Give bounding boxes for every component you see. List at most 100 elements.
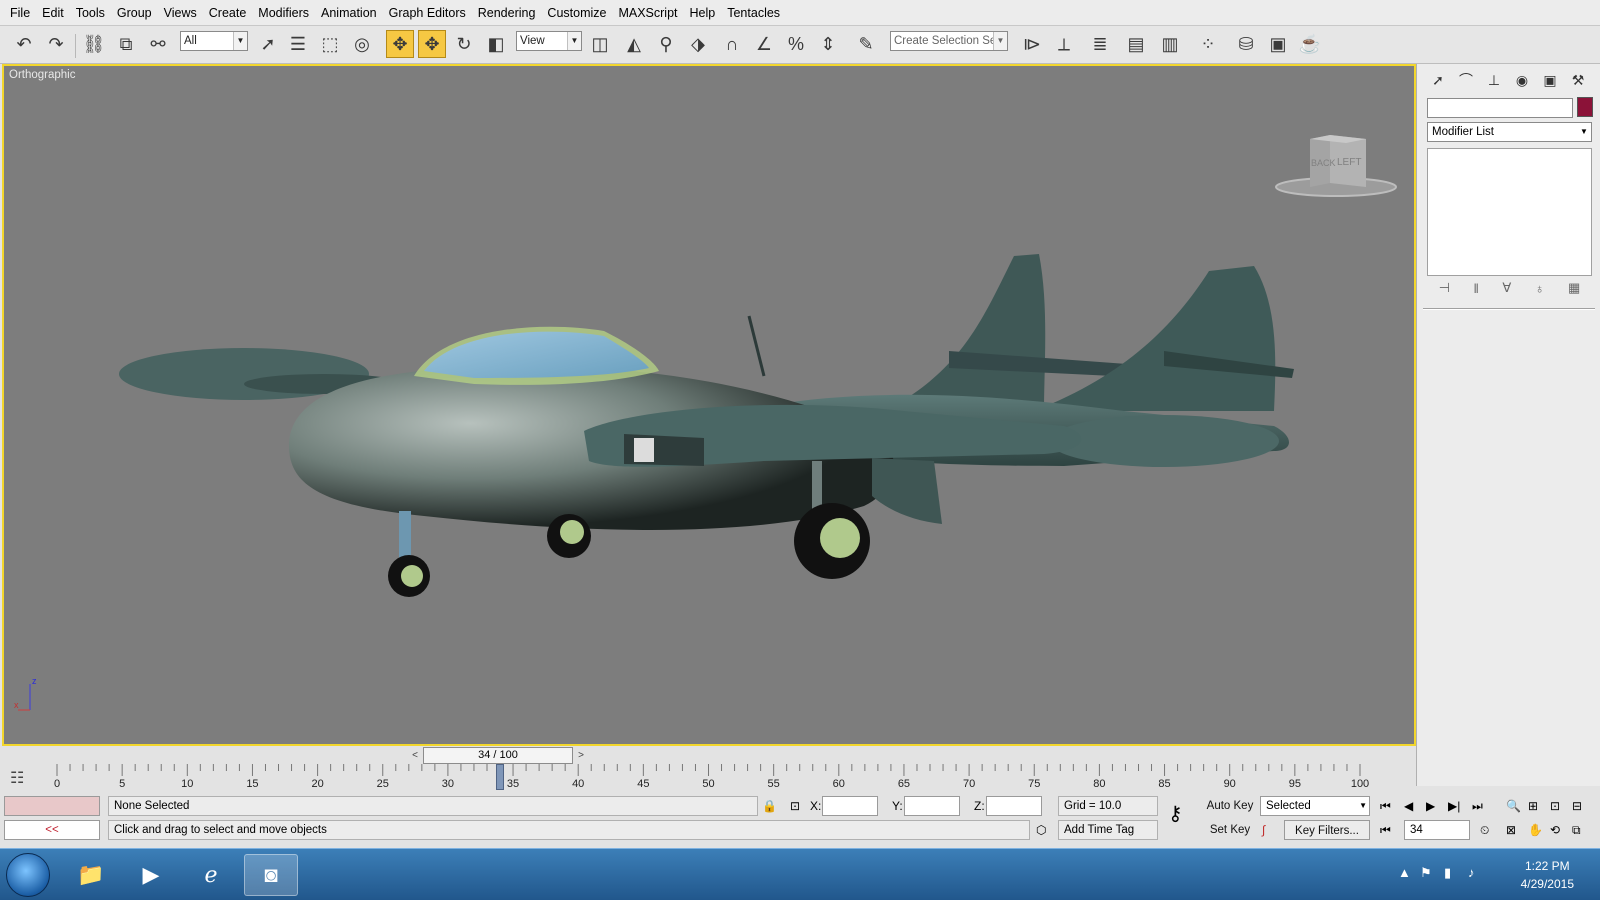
selection-filter-dropdown[interactable]: All ▼ <box>180 31 248 51</box>
set-key-button[interactable]: Set Key <box>1204 820 1256 840</box>
graphite-ribbon-icon[interactable]: ▤ <box>1122 30 1150 58</box>
tray-flag-icon[interactable]: ⚑ <box>1420 865 1432 881</box>
select-object-icon[interactable]: ➚ <box>254 30 282 58</box>
menu-animation[interactable]: Animation <box>315 0 383 26</box>
menu-create[interactable]: Create <box>203 0 253 26</box>
previous-key-icon[interactable]: ◀ <box>1404 796 1413 816</box>
snap-3d-icon[interactable]: ∩ <box>718 30 746 58</box>
hierarchy-tab-icon[interactable]: ⊥ <box>1483 69 1505 91</box>
internet-explorer-icon[interactable]: ℯ <box>184 854 238 896</box>
angle-snap-icon[interactable]: ∠ <box>750 30 778 58</box>
3ds-max-taskbar-icon[interactable]: ◙ <box>244 854 298 896</box>
render-production-icon[interactable]: ☕ <box>1296 30 1324 58</box>
add-time-tag-icon[interactable]: ⬡ <box>1036 820 1046 840</box>
layer-manager-icon[interactable]: ≣ <box>1086 30 1114 58</box>
viewcube-left-label[interactable]: LEFT <box>1337 157 1361 168</box>
rendered-frame-window-icon[interactable]: ▣ <box>1264 30 1292 58</box>
pan-view-icon[interactable]: ✋ <box>1528 820 1543 840</box>
menu-file[interactable]: File <box>4 0 36 26</box>
menu-tentacles[interactable]: Tentacles <box>721 0 786 26</box>
zoom-icon[interactable]: 🔍 <box>1506 796 1521 816</box>
zoom-extents-all-icon[interactable]: ⊟ <box>1572 796 1582 816</box>
modify-tab-icon[interactable]: ⌒ <box>1455 69 1477 91</box>
maxscript-listener-field[interactable] <box>4 796 100 816</box>
unlink-selection-icon[interactable]: ⧉ <box>112 30 140 58</box>
system-clock[interactable]: 1:22 PM 4/29/2015 <box>1521 857 1574 893</box>
file-explorer-icon[interactable]: 📁 <box>64 854 118 896</box>
bind-to-space-warp-icon[interactable]: ⚯ <box>144 30 172 58</box>
zoom-extents-icon[interactable]: ⊡ <box>1550 796 1560 816</box>
go-to-end-icon[interactable]: ⏭ <box>1472 796 1483 816</box>
zoom-all-icon[interactable]: ⊞ <box>1528 796 1538 816</box>
material-editor-icon[interactable]: ⁘ <box>1194 30 1222 58</box>
viewcube[interactable]: BACK LEFT <box>1266 135 1406 205</box>
maximize-viewport-icon[interactable]: ⧉ <box>1572 820 1581 840</box>
menu-tools[interactable]: Tools <box>70 0 111 26</box>
configure-modifier-sets-icon[interactable]: ▦ <box>1568 280 1580 296</box>
play-icon[interactable]: ▶ <box>1426 796 1435 816</box>
viewport-orthographic[interactable]: Orthographic BACK LEFT z x <box>2 64 1416 746</box>
show-end-result-icon[interactable]: ‖ <box>1474 281 1479 296</box>
curve-editor-icon[interactable]: ▥ <box>1156 30 1184 58</box>
spinner-snap-icon[interactable]: ⇕ <box>814 30 842 58</box>
mirror-icon[interactable]: ⧐ <box>1018 30 1046 58</box>
next-frame-icon[interactable]: > <box>574 748 588 763</box>
lock-icon[interactable]: 🔒 <box>762 796 777 816</box>
select-and-move-alt-icon[interactable]: ✥ <box>418 30 446 58</box>
previous-frame-icon[interactable]: < <box>408 748 422 763</box>
percent-snap-icon[interactable]: % <box>782 30 810 58</box>
display-tab-icon[interactable]: ▣ <box>1539 69 1561 91</box>
tray-network-icon[interactable]: ▮ <box>1444 865 1451 881</box>
key-filters-button[interactable]: Key Filters... <box>1284 820 1370 840</box>
current-frame-field[interactable]: 34 <box>1404 820 1470 840</box>
back-button[interactable]: << <box>4 820 100 840</box>
select-and-rotate-icon[interactable]: ↻ <box>450 30 478 58</box>
absolute-mode-icon[interactable]: ⊡ <box>790 796 800 816</box>
time-configuration-icon[interactable]: ⏲ <box>1480 820 1489 840</box>
set-keys-key-icon[interactable]: ⚷ <box>1168 804 1183 824</box>
snaps-toggle-icon[interactable]: ⬗ <box>684 30 712 58</box>
window-crossing-icon[interactable]: ◎ <box>348 30 376 58</box>
select-and-move-icon[interactable]: ✥ <box>386 30 414 58</box>
menu-edit[interactable]: Edit <box>36 0 70 26</box>
menu-rendering[interactable]: Rendering <box>472 0 542 26</box>
key-mode-dropdown[interactable]: Selected ▼ <box>1260 796 1370 816</box>
align-icon[interactable]: ⟂ <box>1050 30 1078 58</box>
motion-tab-icon[interactable]: ◉ <box>1511 69 1533 91</box>
undo-icon[interactable]: ↶ <box>10 30 38 58</box>
current-frame-marker[interactable] <box>496 764 505 790</box>
menu-modifiers[interactable]: Modifiers <box>252 0 315 26</box>
next-key-icon[interactable]: ▶| <box>1448 796 1460 816</box>
select-and-manipulate-icon[interactable]: ◭ <box>620 30 648 58</box>
z-coordinate-field[interactable] <box>986 796 1042 816</box>
edit-named-selection-icon[interactable]: ✎ <box>852 30 880 58</box>
select-and-scale-icon[interactable]: ◧ <box>482 30 510 58</box>
menu-help[interactable]: Help <box>684 0 722 26</box>
start-button[interactable] <box>6 853 50 897</box>
render-setup-icon[interactable]: ⛁ <box>1232 30 1260 58</box>
field-of-view-icon[interactable]: ⊠ <box>1506 820 1516 840</box>
key-mode-toggle-icon[interactable]: ⏮ <box>1380 820 1391 840</box>
x-coordinate-field[interactable] <box>822 796 878 816</box>
menu-views[interactable]: Views <box>158 0 203 26</box>
show-hidden-icons[interactable]: ▲ <box>1398 865 1411 880</box>
modifier-stack[interactable] <box>1427 148 1592 276</box>
media-player-icon[interactable]: ▶ <box>124 854 178 896</box>
menu-group[interactable]: Group <box>111 0 158 26</box>
add-time-tag-button[interactable]: Add Time Tag <box>1058 820 1158 840</box>
menu-maxscript[interactable]: MAXScript <box>612 0 683 26</box>
menu-graph-editors[interactable]: Graph Editors <box>383 0 472 26</box>
menu-customize[interactable]: Customize <box>541 0 612 26</box>
pin-stack-icon[interactable]: ⊣ <box>1439 280 1450 296</box>
select-and-link-icon[interactable]: ⛓ <box>80 30 108 58</box>
time-slider[interactable]: < 34 / 100 > <box>412 747 584 764</box>
orbit-icon[interactable]: ⟲ <box>1550 820 1560 840</box>
select-by-name-icon[interactable]: ☰ <box>284 30 312 58</box>
track-bar[interactable]: ☷ 0 5 10 15 20 25 30 35 40 45 50 55 60 65 70 75 80 85 90 95… <box>0 764 1416 794</box>
redo-icon[interactable]: ↷ <box>42 30 70 58</box>
default-tangent-icon[interactable]: ∫ <box>1262 820 1265 840</box>
keyboard-shortcut-override-icon[interactable]: ⚲ <box>652 30 680 58</box>
tray-volume-icon[interactable]: ♪ <box>1468 865 1475 880</box>
aircraft-model[interactable] <box>4 66 1416 746</box>
utilities-tab-icon[interactable]: ⚒ <box>1567 69 1589 91</box>
